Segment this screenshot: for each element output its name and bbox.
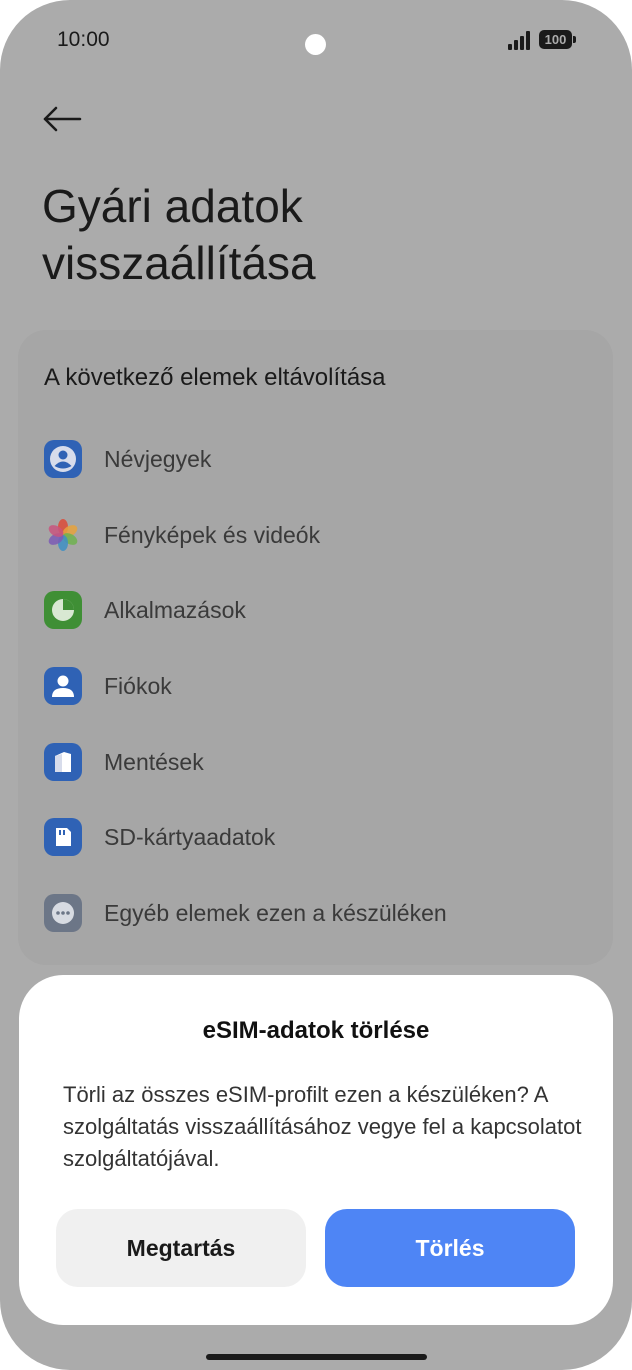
list-item-apps: Alkalmazások: [44, 589, 604, 629]
contacts-icon: [44, 440, 82, 478]
home-indicator[interactable]: [206, 1354, 427, 1360]
phone-screen: 10:00 100 Gyári adatok visszaállítása A …: [0, 0, 632, 1370]
list-item-label: SD-kártyaadatok: [104, 824, 276, 850]
list-item-other: Egyéb elemek ezen a készüléken: [44, 892, 604, 932]
list-item-label: Fényképek és videók: [104, 522, 321, 548]
dialog-message: Törli az összes eSIM-profilt ezen a kész…: [63, 1082, 582, 1171]
list-item-label: Alkalmazások: [104, 597, 246, 623]
status-time: 10:00: [57, 28, 110, 51]
sd-card-icon: [44, 818, 82, 856]
removal-list-card: A következő elemek eltávolítása Névjegye…: [18, 330, 613, 965]
backups-icon: [44, 743, 82, 781]
battery-tip: [573, 36, 576, 43]
accounts-icon: [44, 667, 82, 705]
dialog-title: eSIM-adatok törlése: [202, 1017, 430, 1044]
delete-button[interactable]: Törlés: [325, 1209, 575, 1287]
list-item-accounts: Fiókok: [44, 665, 604, 705]
list-item-label: Névjegyek: [104, 446, 212, 472]
list-item-label: Fiókok: [104, 673, 172, 699]
page-title-line1: Gyári adatok: [42, 180, 303, 232]
list-item-backups: Mentések: [44, 741, 604, 781]
card-heading: A következő elemek eltávolítása: [44, 364, 386, 391]
esim-delete-dialog: eSIM-adatok törlése Törli az összes eSIM…: [19, 975, 613, 1325]
page-title-line2: visszaállítása: [42, 237, 316, 289]
back-arrow-icon[interactable]: [40, 98, 86, 140]
more-icon: [44, 894, 82, 932]
page-title: Gyári adatok visszaállítása: [42, 178, 316, 292]
front-camera: [305, 34, 326, 55]
photos-icon: [44, 516, 82, 554]
list-item-contacts: Névjegyek: [44, 438, 604, 478]
keep-button[interactable]: Megtartás: [56, 1209, 306, 1287]
list-item-label: Mentések: [104, 749, 204, 775]
list-item-label: Egyéb elemek ezen a készüléken: [104, 900, 447, 926]
signal-icon: [508, 30, 534, 50]
list-item-sd-card: SD-kártyaadatok: [44, 816, 604, 856]
apps-icon: [44, 591, 82, 629]
battery-icon: 100: [539, 30, 572, 49]
list-item-photos: Fényképek és videók: [44, 514, 604, 554]
